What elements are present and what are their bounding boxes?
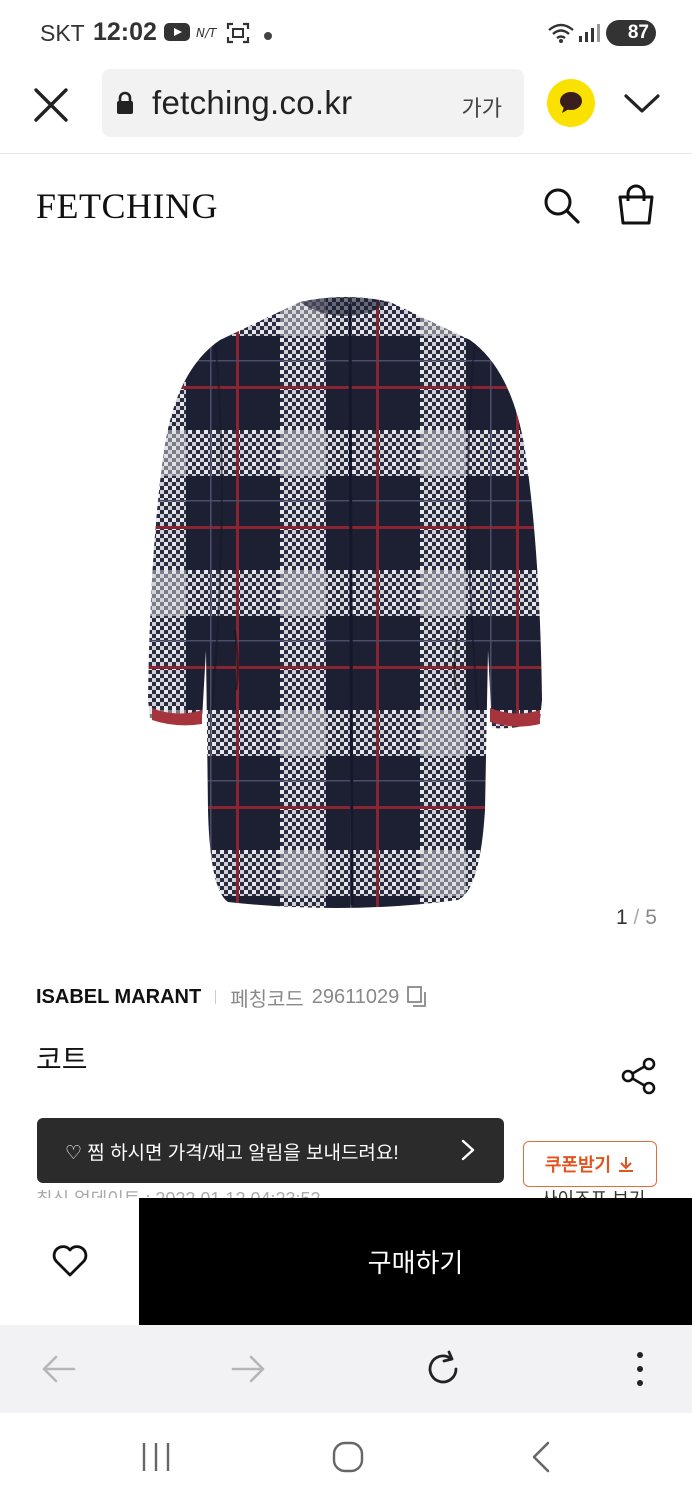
reload-icon — [428, 1350, 458, 1384]
battery-icon: 87 — [606, 20, 656, 46]
chevron-left-icon — [532, 1441, 550, 1473]
chevron-down-icon — [624, 94, 660, 113]
cart-button[interactable] — [614, 183, 658, 227]
browser-address-bar: fetching.co.kr 가가 — [0, 64, 692, 154]
shopping-bag-icon — [618, 184, 654, 225]
recent-apps-icon — [142, 1443, 170, 1471]
wish-alert-banner[interactable]: ♡ 찜 하시면 가격/재고 알림을 보내드려요! — [37, 1118, 504, 1183]
status-bar: SKT 12:02 N/T 87 — [0, 0, 692, 64]
kakao-talk-button[interactable] — [547, 79, 595, 127]
search-icon — [544, 188, 580, 224]
lock-icon — [116, 91, 134, 115]
more-vertical-icon — [637, 1352, 643, 1386]
tabs-menu-button[interactable] — [620, 86, 664, 122]
dot-icon — [263, 28, 273, 46]
text-size-button[interactable]: 가가 — [462, 91, 502, 123]
product-code-value: 29611029 — [311, 985, 400, 1008]
image-total: 5 — [645, 906, 657, 929]
youtube-icon — [164, 22, 190, 47]
copy-icon[interactable] — [407, 986, 427, 1008]
arrow-left-icon — [42, 1355, 76, 1383]
heart-icon — [52, 1245, 88, 1277]
coupon-download-button[interactable]: 쿠폰받기 — [523, 1141, 657, 1187]
naver-webtoon-icon: N/T — [196, 22, 222, 47]
system-navigation-bar — [0, 1413, 692, 1500]
download-icon — [619, 1157, 634, 1172]
site-logo[interactable]: FETCHING — [36, 185, 218, 227]
coupon-label: 쿠폰받기 — [544, 1155, 612, 1175]
brand-row: ISABEL MARANT 페칭코드 29611029 — [36, 984, 427, 1011]
wish-alert-text: ♡ 찜 하시면 가격/재고 알림을 보내드려요! — [65, 1143, 399, 1164]
brand-name[interactable]: ISABEL MARANT — [36, 986, 201, 1009]
product-title: 코트 — [36, 1044, 88, 1075]
purchase-bar: 구매하기 — [0, 1198, 692, 1325]
close-icon — [34, 88, 68, 122]
url-field[interactable]: fetching.co.kr 가가 — [102, 69, 524, 137]
search-button[interactable] — [541, 185, 581, 225]
close-button[interactable] — [26, 80, 76, 130]
reload-button[interactable] — [423, 1349, 463, 1389]
home-icon — [332, 1441, 364, 1473]
back-button[interactable] — [38, 1349, 78, 1389]
share-button[interactable] — [620, 1057, 658, 1095]
divider — [215, 990, 217, 1004]
carrier-label: SKT — [40, 20, 85, 46]
wishlist-button[interactable] — [0, 1198, 139, 1325]
battery-level: 87 — [627, 22, 649, 43]
chevron-right-icon — [460, 1138, 476, 1162]
image-counter: 1 / 5 — [616, 906, 657, 930]
browser-toolbar — [0, 1325, 692, 1413]
buy-button[interactable]: 구매하기 — [139, 1198, 692, 1325]
recent-apps-button[interactable] — [136, 1439, 176, 1475]
forward-button[interactable] — [229, 1349, 269, 1389]
system-back-button[interactable] — [522, 1439, 562, 1475]
screenshot-icon — [226, 22, 250, 49]
product-code-label: 페칭코드 — [230, 988, 304, 1011]
arrow-right-icon — [231, 1355, 265, 1383]
svg-text:N/T: N/T — [196, 26, 218, 40]
wifi-icon — [546, 20, 576, 49]
share-icon — [621, 1057, 656, 1095]
signal-icon — [578, 22, 602, 49]
clock: 12:02 — [93, 18, 157, 46]
image-index: 1 — [616, 906, 628, 929]
url-text: fetching.co.kr — [152, 84, 353, 121]
kakao-talk-icon — [560, 92, 582, 113]
product-image[interactable] — [140, 290, 550, 920]
home-button[interactable] — [328, 1439, 368, 1475]
site-header: FETCHING — [0, 155, 692, 250]
more-menu-button[interactable] — [620, 1349, 660, 1389]
image-separator: / — [633, 906, 640, 929]
